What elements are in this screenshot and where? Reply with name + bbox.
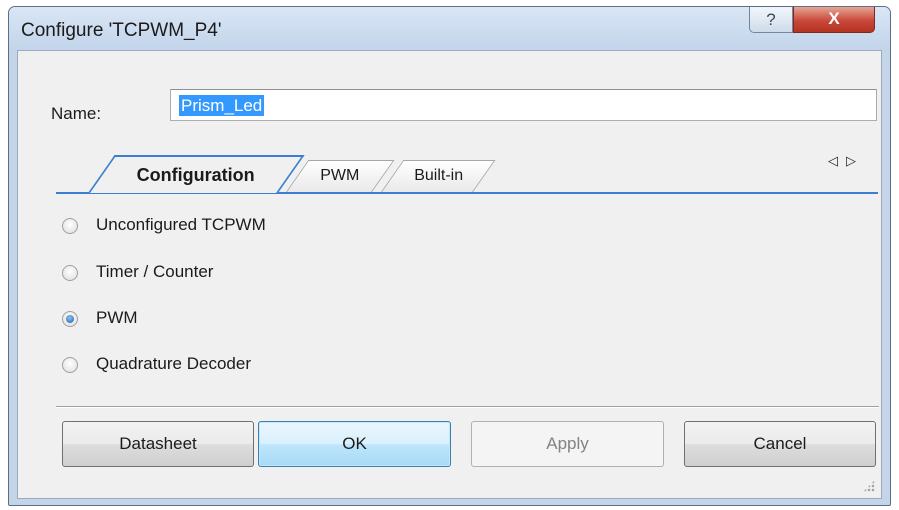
tab-built-in[interactable]: Built-in [381,160,496,192]
radio-quadrature-decoder[interactable] [62,357,78,373]
datasheet-button-label: Datasheet [119,434,197,453]
option-label: PWM [96,308,138,327]
ok-button[interactable]: OK [258,421,451,467]
resize-grip-icon[interactable] [863,480,875,492]
tab-pwm[interactable]: PWM [286,160,395,192]
dialog-title: Configure 'TCPWM_P4' [21,20,222,41]
option-label: Timer / Counter [96,262,214,281]
tab-configuration[interactable]: Configuration [88,155,305,193]
name-input[interactable]: Prism_Led [170,89,877,121]
cancel-button-label: Cancel [753,434,807,453]
close-icon: X [828,9,840,28]
name-input-value: Prism_Led [179,95,265,116]
apply-button: Apply [471,421,664,467]
button-separator [56,406,879,408]
configure-dialog: Configure 'TCPWM_P4' ? X Name: Prism_Led… [8,6,891,506]
close-button[interactable]: X [793,7,875,33]
tab-scroll-right-icon[interactable]: ▷ [846,153,864,168]
name-label: Name: [51,104,102,123]
dialog-body: Name: Prism_Led PWM Built-in Configurati… [17,50,882,499]
cancel-button[interactable]: Cancel [684,421,876,467]
apply-button-label: Apply [546,434,589,453]
tab-configuration-label: Configuration [136,165,255,185]
radio-pwm[interactable] [62,311,78,327]
datasheet-button[interactable]: Datasheet [62,421,254,467]
option-label: Unconfigured TCPWM [96,215,266,234]
tab-built-in-label: Built-in [413,167,463,184]
tab-pwm-label: PWM [320,167,360,184]
tab-scroll-arrows: ◁▷ [828,153,864,169]
title-bar[interactable]: Configure 'TCPWM_P4' ? X [9,7,890,49]
ok-button-label: OK [342,434,367,453]
help-button[interactable]: ? [749,7,793,33]
option-label: Quadrature Decoder [96,354,251,373]
radio-unconfigured-tcpwm[interactable] [62,218,78,234]
help-icon: ? [766,10,776,29]
radio-timer-counter[interactable] [62,265,78,281]
tab-scroll-left-icon[interactable]: ◁ [828,153,846,168]
